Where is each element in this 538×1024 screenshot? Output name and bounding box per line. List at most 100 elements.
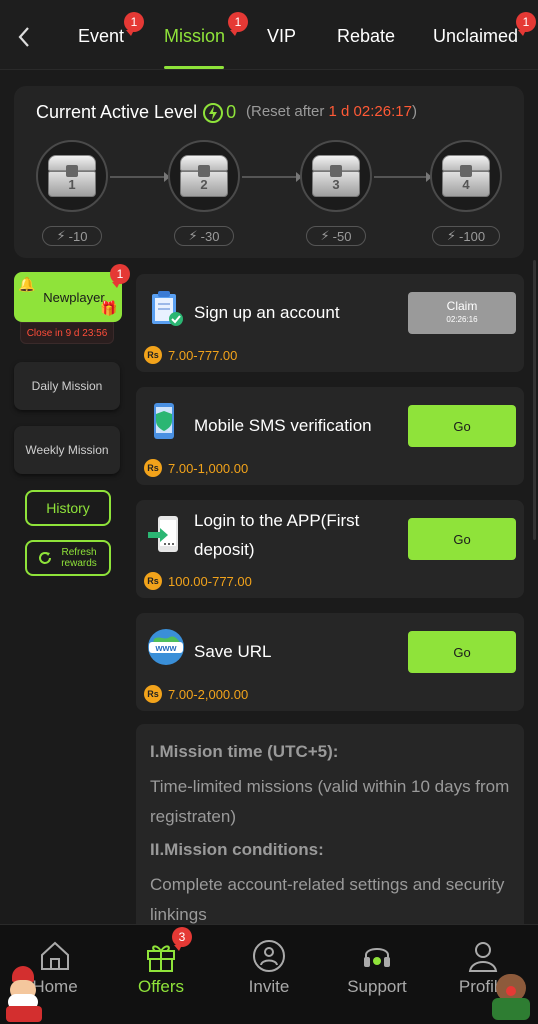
- rupee-coin-icon: Rs: [144, 572, 162, 590]
- chevron-left-icon: [18, 27, 29, 47]
- chest-number: 3: [332, 177, 340, 192]
- tab-mission[interactable]: Mission: [164, 26, 225, 47]
- newplayer-badge: 1: [110, 264, 130, 288]
- lightning-icon: ⚡: [56, 228, 66, 243]
- rules-heading-time: I.Mission time (UTC+5):: [150, 742, 339, 761]
- level-title-text: Current Active Level: [36, 102, 198, 122]
- treasure-chest-icon: 1: [46, 153, 98, 199]
- nav-support-label: Support: [347, 977, 407, 996]
- mission-title: Login to the APP(First deposit): [194, 511, 360, 559]
- top-tab-bar: Event 1 Mission 1 VIP Rebate Unclaimed 1: [0, 0, 538, 70]
- newplayer-label: Newplayer: [43, 289, 105, 305]
- weekly-mission-tab[interactable]: Weekly Mission: [14, 426, 120, 474]
- chest-4-points: ⚡ -100: [432, 226, 500, 246]
- refresh-label: Refresh rewards: [61, 547, 97, 569]
- chest-connector: [110, 172, 170, 182]
- www-globe-icon: www: [148, 629, 184, 665]
- chest-number: 2: [200, 177, 208, 192]
- chest-2-points: ⚡ -30: [174, 226, 234, 246]
- reset-prefix: (Reset after: [246, 103, 329, 120]
- rules-heading-conditions: II.Mission conditions:: [150, 840, 324, 859]
- go-button[interactable]: Go: [408, 631, 516, 673]
- reindeer-decoration-icon: [488, 966, 536, 1022]
- refresh-rewards-button[interactable]: Refresh rewards: [25, 540, 111, 576]
- nav-invite-label: Invite: [248, 977, 290, 996]
- nav-invite[interactable]: Invite: [224, 925, 314, 1024]
- newplayer-close-timer: Close in 9 d 23:56: [20, 322, 114, 344]
- go-button[interactable]: Go: [408, 518, 516, 560]
- tab-event[interactable]: Event: [78, 26, 124, 47]
- mission-title: Sign up an account: [194, 303, 340, 322]
- daily-mission-tab[interactable]: Daily Mission: [14, 362, 120, 410]
- points-value: -100: [459, 228, 486, 244]
- reward-range: 7.00-1,000.00: [168, 460, 249, 476]
- tab-event-badge: 1: [124, 12, 144, 36]
- level-title: Current Active Level 0: [36, 102, 236, 123]
- rules-text-time: Time-limited missions (valid within 10 d…: [150, 777, 510, 826]
- chest-number: 4: [462, 177, 470, 192]
- tab-vip[interactable]: VIP: [267, 26, 296, 47]
- refresh-icon: [39, 552, 51, 564]
- reward-range: 7.00-777.00: [168, 347, 238, 363]
- nav-offers-label: Offers: [138, 977, 184, 996]
- tab-unclaimed[interactable]: Unclaimed: [433, 26, 518, 47]
- gift-icon: [147, 945, 175, 972]
- chest-3-points: ⚡ -50: [306, 226, 366, 246]
- chest-2[interactable]: 2: [168, 140, 240, 212]
- bottom-nav: Home Offers 3 Invite Support Profile: [0, 924, 538, 1024]
- mission-title: Mobile SMS verification: [194, 416, 372, 435]
- mission-reward: Rs 7.00-777.00: [144, 346, 237, 364]
- points-value: -50: [332, 228, 352, 244]
- mission-reward: Rs 100.00-777.00: [144, 572, 252, 590]
- active-level-panel: Current Active Level 0 (Reset after 1 d …: [14, 86, 524, 258]
- headset-icon: [364, 948, 390, 967]
- points-value: -30: [200, 228, 220, 244]
- gift-icon: 🎁: [100, 300, 118, 316]
- mission-title: Save URL: [194, 642, 272, 661]
- history-button[interactable]: History: [25, 490, 111, 526]
- points-value: -10: [68, 228, 88, 244]
- bell-icon: 🔔: [18, 276, 36, 292]
- nav-support[interactable]: Support: [332, 925, 422, 1024]
- nav-offers[interactable]: Offers 3: [116, 925, 206, 1024]
- active-tab-indicator: [164, 66, 224, 69]
- clipboard-check-icon: [152, 291, 183, 326]
- reward-range: 100.00-777.00: [168, 573, 252, 589]
- tab-unclaimed-badge: 1: [516, 12, 536, 36]
- reset-time: 1 d 02:26:17: [328, 103, 412, 120]
- lightning-icon: ⚡: [188, 228, 198, 243]
- claim-label: Claim: [446, 299, 478, 313]
- chest-1[interactable]: 1: [36, 140, 108, 212]
- santa-decoration-icon: [0, 962, 50, 1022]
- chest-number: 1: [68, 177, 76, 192]
- reward-range: 7.00-2,000.00: [168, 686, 249, 702]
- level-value: 0: [226, 102, 237, 122]
- rupee-coin-icon: Rs: [144, 685, 162, 703]
- chest-4[interactable]: 4: [430, 140, 502, 212]
- lightning-icon: [203, 102, 224, 123]
- invite-people-icon: [253, 940, 285, 972]
- mission-reward: Rs 7.00-2,000.00: [144, 685, 248, 703]
- mission-rules: I.Mission time (UTC+5): Time-limited mis…: [136, 724, 524, 934]
- claim-countdown: 02:26:16: [446, 315, 478, 324]
- lightning-icon: ⚡: [320, 228, 330, 243]
- reset-countdown: (Reset after 1 d 02:26:17): [246, 103, 417, 120]
- tab-rebate[interactable]: Rebate: [337, 26, 395, 47]
- rules-text-conditions: Complete account-related settings and se…: [150, 875, 505, 924]
- chest-connector: [374, 172, 432, 182]
- treasure-chest-icon: 3: [310, 153, 362, 199]
- mission-card-login: Login to the APP(First deposit) Rs 100.00…: [136, 500, 524, 598]
- back-button[interactable]: [12, 22, 36, 52]
- treasure-chest-icon: 2: [178, 153, 230, 199]
- go-button[interactable]: Go: [408, 405, 516, 447]
- mission-card-sms: Mobile SMS verification Rs 7.00-1,000.00 …: [136, 387, 524, 485]
- rupee-coin-icon: Rs: [144, 459, 162, 477]
- phone-shield-icon: [154, 403, 174, 439]
- chest-3[interactable]: 3: [300, 140, 372, 212]
- chest-1-points: ⚡ -10: [42, 226, 102, 246]
- phone-login-icon: [148, 516, 178, 552]
- lightning-icon: ⚡: [446, 228, 457, 243]
- claim-button[interactable]: Claim 02:26:16: [408, 292, 516, 334]
- mission-reward: Rs 7.00-1,000.00: [144, 459, 248, 477]
- scrollbar[interactable]: [533, 260, 536, 540]
